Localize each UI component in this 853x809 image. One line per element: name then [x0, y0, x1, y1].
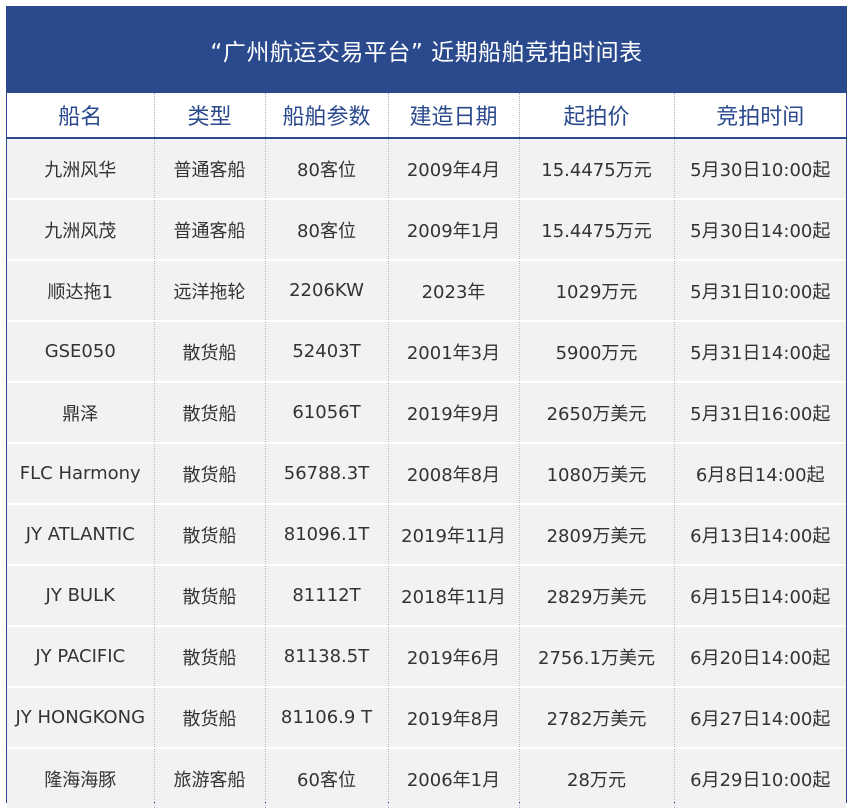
table-header-row: 船名 类型 船舶参数 建造日期 起拍价 竞拍时间 [7, 93, 846, 139]
table-row: 顺达拖1 远洋拖轮 2206KW 2023年 1029万元 5月31日10:00… [7, 259, 846, 321]
cell-ship-name: JY PACIFIC [7, 625, 155, 687]
table-row: 九洲风华 普通客船 80客位 2009年4月 15.4475万元 5月30日10… [7, 137, 846, 199]
table-row: GSE050 散货船 52403T 2001年3月 5900万元 5月31日14… [7, 320, 846, 382]
cell-build-date: 2019年8月 [388, 686, 520, 748]
cell-type: 旅游客船 [154, 747, 266, 808]
cell-auction-time: 6月8日14:00起 [674, 442, 846, 504]
table-row: 隆海海豚 旅游客船 60客位 2006年1月 28万元 6月29日10:00起 [7, 747, 846, 808]
cell-auction-time: 6月15日14:00起 [674, 564, 846, 626]
cell-parameters: 2206KW [265, 259, 389, 321]
cell-parameters: 81106.9 T [265, 686, 389, 748]
cell-type: 散货船 [154, 442, 266, 504]
cell-build-date: 2019年9月 [388, 381, 520, 443]
cell-auction-time: 6月20日14:00起 [674, 625, 846, 687]
cell-auction-time: 6月13日14:00起 [674, 503, 846, 565]
cell-auction-time: 6月27日14:00起 [674, 686, 846, 748]
cell-build-date: 2019年11月 [388, 503, 520, 565]
cell-starting-price: 2650万美元 [519, 381, 675, 443]
cell-auction-time: 6月29日10:00起 [674, 747, 846, 808]
table-row: FLC Harmony 散货船 56788.3T 2008年8月 1080万美元… [7, 442, 846, 504]
cell-type: 远洋拖轮 [154, 259, 266, 321]
column-header-parameters: 船舶参数 [265, 93, 389, 139]
cell-starting-price: 2809万美元 [519, 503, 675, 565]
cell-parameters: 81138.5T [265, 625, 389, 687]
page-title: “广州航运交易平台” 近期船舶竞拍时间表 [7, 7, 846, 93]
cell-ship-name: FLC Harmony [7, 442, 155, 504]
cell-build-date: 2008年8月 [388, 442, 520, 504]
cell-type: 散货船 [154, 320, 266, 382]
cell-type: 散货船 [154, 686, 266, 748]
cell-starting-price: 2782万美元 [519, 686, 675, 748]
cell-starting-price: 1029万元 [519, 259, 675, 321]
cell-starting-price: 15.4475万元 [519, 198, 675, 260]
cell-type: 散货船 [154, 564, 266, 626]
cell-type: 散货船 [154, 381, 266, 443]
cell-parameters: 81096.1T [265, 503, 389, 565]
cell-parameters: 52403T [265, 320, 389, 382]
cell-ship-name: 鼎泽 [7, 381, 155, 443]
cell-parameters: 80客位 [265, 137, 389, 199]
cell-starting-price: 2756.1万美元 [519, 625, 675, 687]
cell-build-date: 2023年 [388, 259, 520, 321]
column-header-ship-name: 船名 [7, 93, 155, 139]
cell-ship-name: 九洲风茂 [7, 198, 155, 260]
cell-parameters: 81112T [265, 564, 389, 626]
cell-ship-name: GSE050 [7, 320, 155, 382]
column-header-starting-price: 起拍价 [519, 93, 675, 139]
cell-ship-name: JY BULK [7, 564, 155, 626]
cell-build-date: 2001年3月 [388, 320, 520, 382]
cell-starting-price: 5900万元 [519, 320, 675, 382]
cell-build-date: 2009年1月 [388, 198, 520, 260]
table-row: JY HONGKONG 散货船 81106.9 T 2019年8月 2782万美… [7, 686, 846, 748]
cell-parameters: 80客位 [265, 198, 389, 260]
table-row: 鼎泽 散货船 61056T 2019年9月 2650万美元 5月31日16:00… [7, 381, 846, 443]
column-header-type: 类型 [154, 93, 266, 139]
cell-starting-price: 15.4475万元 [519, 137, 675, 199]
cell-parameters: 60客位 [265, 747, 389, 808]
cell-type: 普通客船 [154, 198, 266, 260]
table-row: JY PACIFIC 散货船 81138.5T 2019年6月 2756.1万美… [7, 625, 846, 687]
cell-starting-price: 28万元 [519, 747, 675, 808]
cell-ship-name: 隆海海豚 [7, 747, 155, 808]
cell-auction-time: 5月31日10:00起 [674, 259, 846, 321]
cell-type: 散货船 [154, 503, 266, 565]
table-row: JY BULK 散货船 81112T 2018年11月 2829万美元 6月15… [7, 564, 846, 626]
cell-ship-name: JY HONGKONG [7, 686, 155, 748]
column-header-auction-time: 竞拍时间 [674, 93, 846, 139]
cell-auction-time: 5月31日16:00起 [674, 381, 846, 443]
table-row: JY ATLANTIC 散货船 81096.1T 2019年11月 2809万美… [7, 503, 846, 565]
column-header-build-date: 建造日期 [388, 93, 520, 139]
cell-build-date: 2009年4月 [388, 137, 520, 199]
auction-schedule-card: “广州航运交易平台” 近期船舶竞拍时间表 船名 类型 船舶参数 建造日期 起拍价… [6, 6, 847, 808]
auction-table: 船名 类型 船舶参数 建造日期 起拍价 竞拍时间 九洲风华 普通客船 80客位 … [7, 93, 846, 808]
cell-ship-name: JY ATLANTIC [7, 503, 155, 565]
cell-starting-price: 1080万美元 [519, 442, 675, 504]
cell-ship-name: 九洲风华 [7, 137, 155, 199]
cell-type: 散货船 [154, 625, 266, 687]
cell-auction-time: 5月30日10:00起 [674, 137, 846, 199]
cell-starting-price: 2829万美元 [519, 564, 675, 626]
table-row: 九洲风茂 普通客船 80客位 2009年1月 15.4475万元 5月30日14… [7, 198, 846, 260]
cell-parameters: 61056T [265, 381, 389, 443]
cell-build-date: 2019年6月 [388, 625, 520, 687]
cell-type: 普通客船 [154, 137, 266, 199]
cell-ship-name: 顺达拖1 [7, 259, 155, 321]
cell-parameters: 56788.3T [265, 442, 389, 504]
cell-auction-time: 5月30日14:00起 [674, 198, 846, 260]
cell-auction-time: 5月31日14:00起 [674, 320, 846, 382]
cell-build-date: 2006年1月 [388, 747, 520, 808]
cell-build-date: 2018年11月 [388, 564, 520, 626]
